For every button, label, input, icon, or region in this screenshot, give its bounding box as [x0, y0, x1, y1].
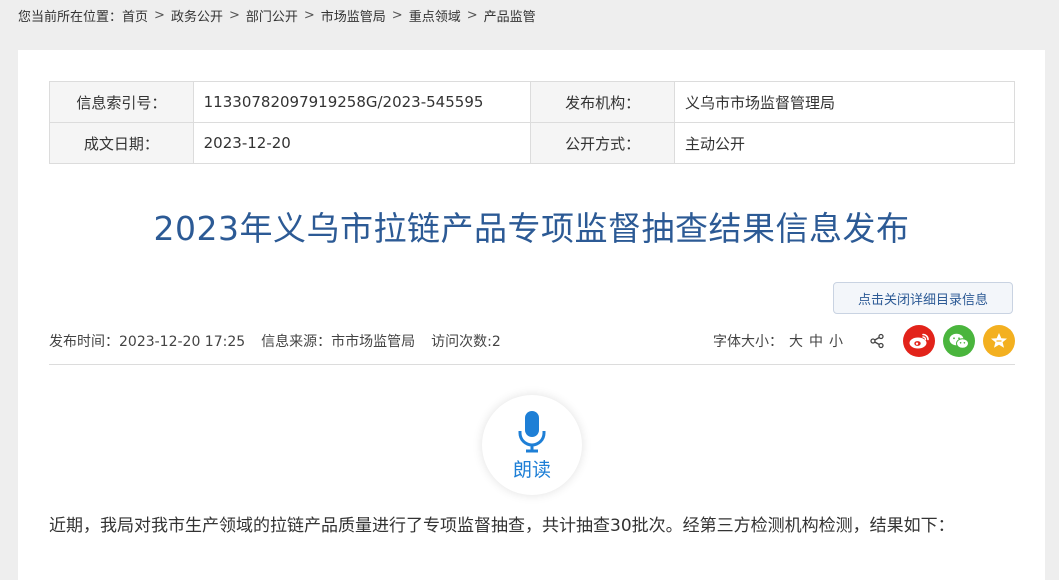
breadcrumb-separator: >: [303, 7, 315, 23]
font-size-control: 字体大小： 大 中 小: [713, 331, 843, 351]
publisher-value: 义乌市市场监督管理局: [673, 81, 1016, 123]
date-value: 2023-12-20: [192, 122, 532, 164]
read-aloud-button[interactable]: 朗读: [482, 395, 582, 495]
favorite-star-icon: [991, 333, 1007, 348]
toggle-catalog-button[interactable]: 点击关闭详细目录信息: [833, 282, 1013, 314]
breadcrumb-market-bureau[interactable]: 市场监管局: [321, 6, 386, 25]
tools-group: 字体大小： 大 中 小: [713, 325, 1015, 357]
favorite-button[interactable]: [983, 325, 1015, 357]
share-icon[interactable]: [869, 333, 885, 349]
article-panel: 信息索引号： 11330782097919258G/2023-545595 发布…: [18, 50, 1045, 580]
metadata-table: 信息索引号： 11330782097919258G/2023-545595 发布…: [49, 81, 1016, 164]
publish-time: 发布时间：2023-12-20 17:25: [49, 334, 246, 350]
article-body: 近期，我局对我市生产领域的拉链产品质量进行了专项监督抽查，共计抽查30批次。经第…: [49, 516, 955, 536]
method-label: 公开方式：: [530, 122, 675, 164]
breadcrumb-prefix: 您当前所在位置：: [18, 9, 123, 25]
breadcrumb-dept-affairs[interactable]: 部门公开: [246, 6, 298, 25]
breadcrumb-home[interactable]: 首页: [122, 6, 148, 25]
wechat-icon: [949, 333, 969, 349]
read-aloud-label: 朗读: [512, 458, 551, 481]
breadcrumb-separator: >: [466, 7, 478, 23]
visit-count: 访问次数:2: [431, 334, 501, 350]
breadcrumb-separator: >: [154, 7, 165, 23]
divider: [49, 364, 1015, 365]
weibo-icon: [909, 333, 929, 349]
font-size-medium[interactable]: 中: [809, 331, 823, 351]
breadcrumb-key-areas[interactable]: 重点领域: [409, 6, 461, 25]
method-value: 主动公开: [673, 122, 1016, 164]
breadcrumb-separator: >: [391, 7, 403, 23]
publish-info-bar: 发布时间：2023-12-20 17:25 信息来源：市市场监管局 访问次数:2…: [49, 325, 1015, 357]
index-label: 信息索引号：: [49, 81, 194, 123]
breadcrumb: 您当前所在位置： 首页 > 政务公开 > 部门公开 > 市场监管局 > 重点领域…: [18, 5, 536, 25]
breadcrumb-product-supervision[interactable]: 产品监管: [484, 6, 536, 25]
date-label: 成文日期：: [49, 122, 194, 164]
wechat-share-button[interactable]: [943, 325, 975, 357]
weibo-share-button[interactable]: [903, 325, 935, 357]
font-size-small[interactable]: 小: [829, 331, 843, 351]
article-title: 2023年义乌市拉链产品专项监督抽查结果信息发布: [153, 209, 910, 248]
microphone-icon: [518, 410, 546, 452]
info-source: 信息来源：市市场监管局: [261, 334, 416, 350]
index-value: 11330782097919258G/2023-545595: [192, 81, 532, 123]
font-size-large[interactable]: 大: [789, 331, 803, 351]
publisher-label: 发布机构：: [530, 81, 675, 123]
font-size-label: 字体大小：: [713, 334, 783, 350]
metadata-row: 成文日期： 2023-12-20 公开方式： 主动公开: [49, 122, 1016, 164]
metadata-row: 信息索引号： 11330782097919258G/2023-545595 发布…: [49, 81, 1016, 123]
breadcrumb-separator: >: [228, 7, 240, 23]
breadcrumb-gov-affairs[interactable]: 政务公开: [171, 6, 223, 25]
